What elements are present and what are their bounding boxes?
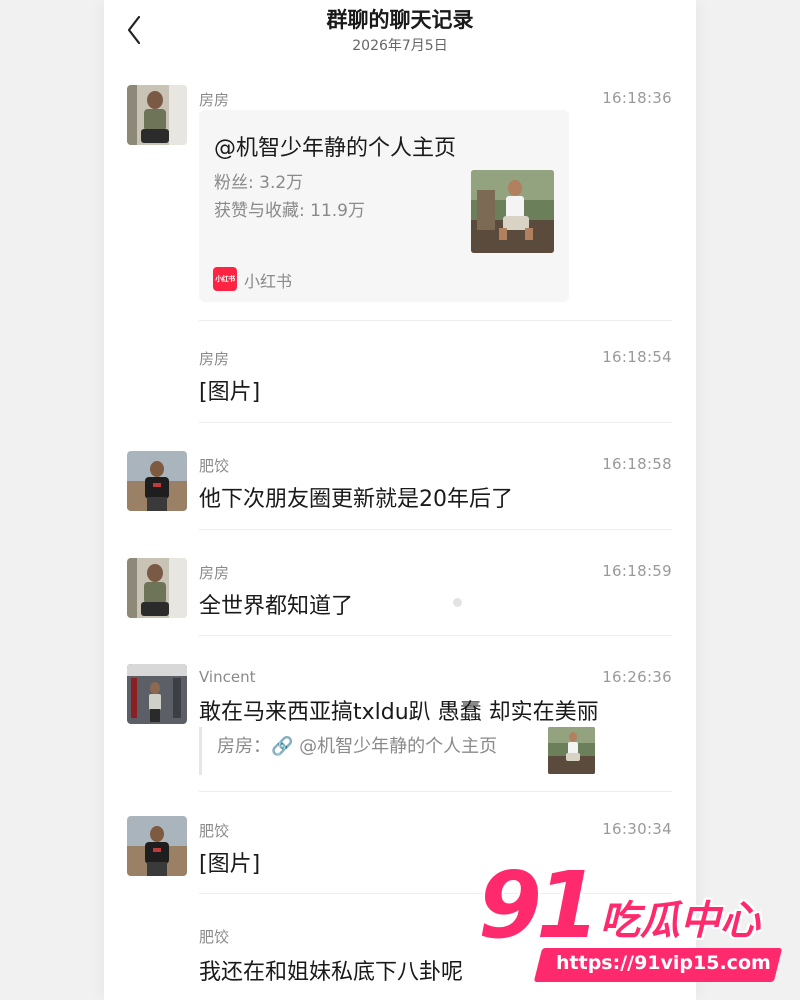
message-time: 16:18:36 (602, 89, 672, 107)
divider (199, 791, 672, 792)
avatar[interactable] (127, 664, 187, 724)
sender-name: 肥饺 (199, 457, 230, 475)
divider (199, 422, 672, 423)
quoted-message[interactable]: 房房：🔗 @机智少年静的个人主页 (199, 727, 599, 775)
sender-name: Vincent (199, 668, 256, 686)
sender-name: 肥饺 (199, 822, 230, 840)
divider (199, 320, 672, 321)
sender-name: 房房 (199, 350, 230, 368)
sender-name: 肥饺 (199, 928, 230, 946)
divider (199, 635, 672, 636)
loading-dot (453, 598, 462, 607)
divider (199, 529, 672, 530)
quote-text: 房房：🔗 @机智少年静的个人主页 (217, 736, 498, 757)
profile-card[interactable]: @机智少年静的个人主页 粉丝: 3.2万 获赞与收藏: 11.9万 小红书 小红… (199, 110, 569, 302)
message-text[interactable]: 敢在马来西亚搞txldu趴 愚蠢 却实在美丽 (199, 694, 599, 726)
watermark-number: 91 (478, 852, 600, 959)
message-time: 16:18:54 (602, 348, 672, 366)
chat-history-screen: 群聊的聊天记录 2026年7月5日 房房 16:18:36 @机智少年静的个人主… (104, 0, 696, 1000)
sender-name: 房房 (199, 564, 230, 582)
message-text[interactable]: 他下次朋友圈更新就是20年后了 (199, 481, 513, 513)
header: 群聊的聊天记录 2026年7月5日 (104, 0, 696, 70)
card-likes: 获赞与收藏: 11.9万 (214, 201, 365, 221)
card-title: @机智少年静的个人主页 (214, 136, 457, 161)
xiaohongshu-logo-icon: 小红书 (213, 267, 237, 291)
sender-name: 房房 (199, 91, 230, 109)
card-fans: 粉丝: 3.2万 (214, 173, 304, 193)
card-source: 小红书 (244, 272, 293, 291)
card-thumbnail (471, 170, 554, 253)
quote-thumbnail (548, 727, 595, 774)
page-title: 群聊的聊天记录 (326, 8, 474, 32)
message-text[interactable]: 全世界都知道了 (199, 588, 353, 620)
watermark-brand: 吃瓜中心 (600, 898, 760, 944)
message-time: 16:18:59 (602, 562, 672, 580)
watermark-url: https://91vip15.com (556, 952, 771, 974)
avatar[interactable] (127, 816, 187, 876)
message-text[interactable]: 我还在和姐妹私底下八卦呢 (199, 954, 463, 986)
avatar[interactable] (127, 558, 187, 618)
message-time: 16:26:36 (602, 668, 672, 686)
message-text[interactable]: [图片] (199, 374, 260, 406)
watermark: 91 吃瓜中心 https://91vip15.com (478, 860, 788, 985)
message-text[interactable]: [图片] (199, 846, 260, 878)
chat-date: 2026年7月5日 (352, 38, 448, 54)
message-time: 16:18:58 (602, 455, 672, 473)
message-time: 16:30:34 (602, 820, 672, 838)
avatar[interactable] (127, 451, 187, 511)
avatar[interactable] (127, 85, 187, 145)
